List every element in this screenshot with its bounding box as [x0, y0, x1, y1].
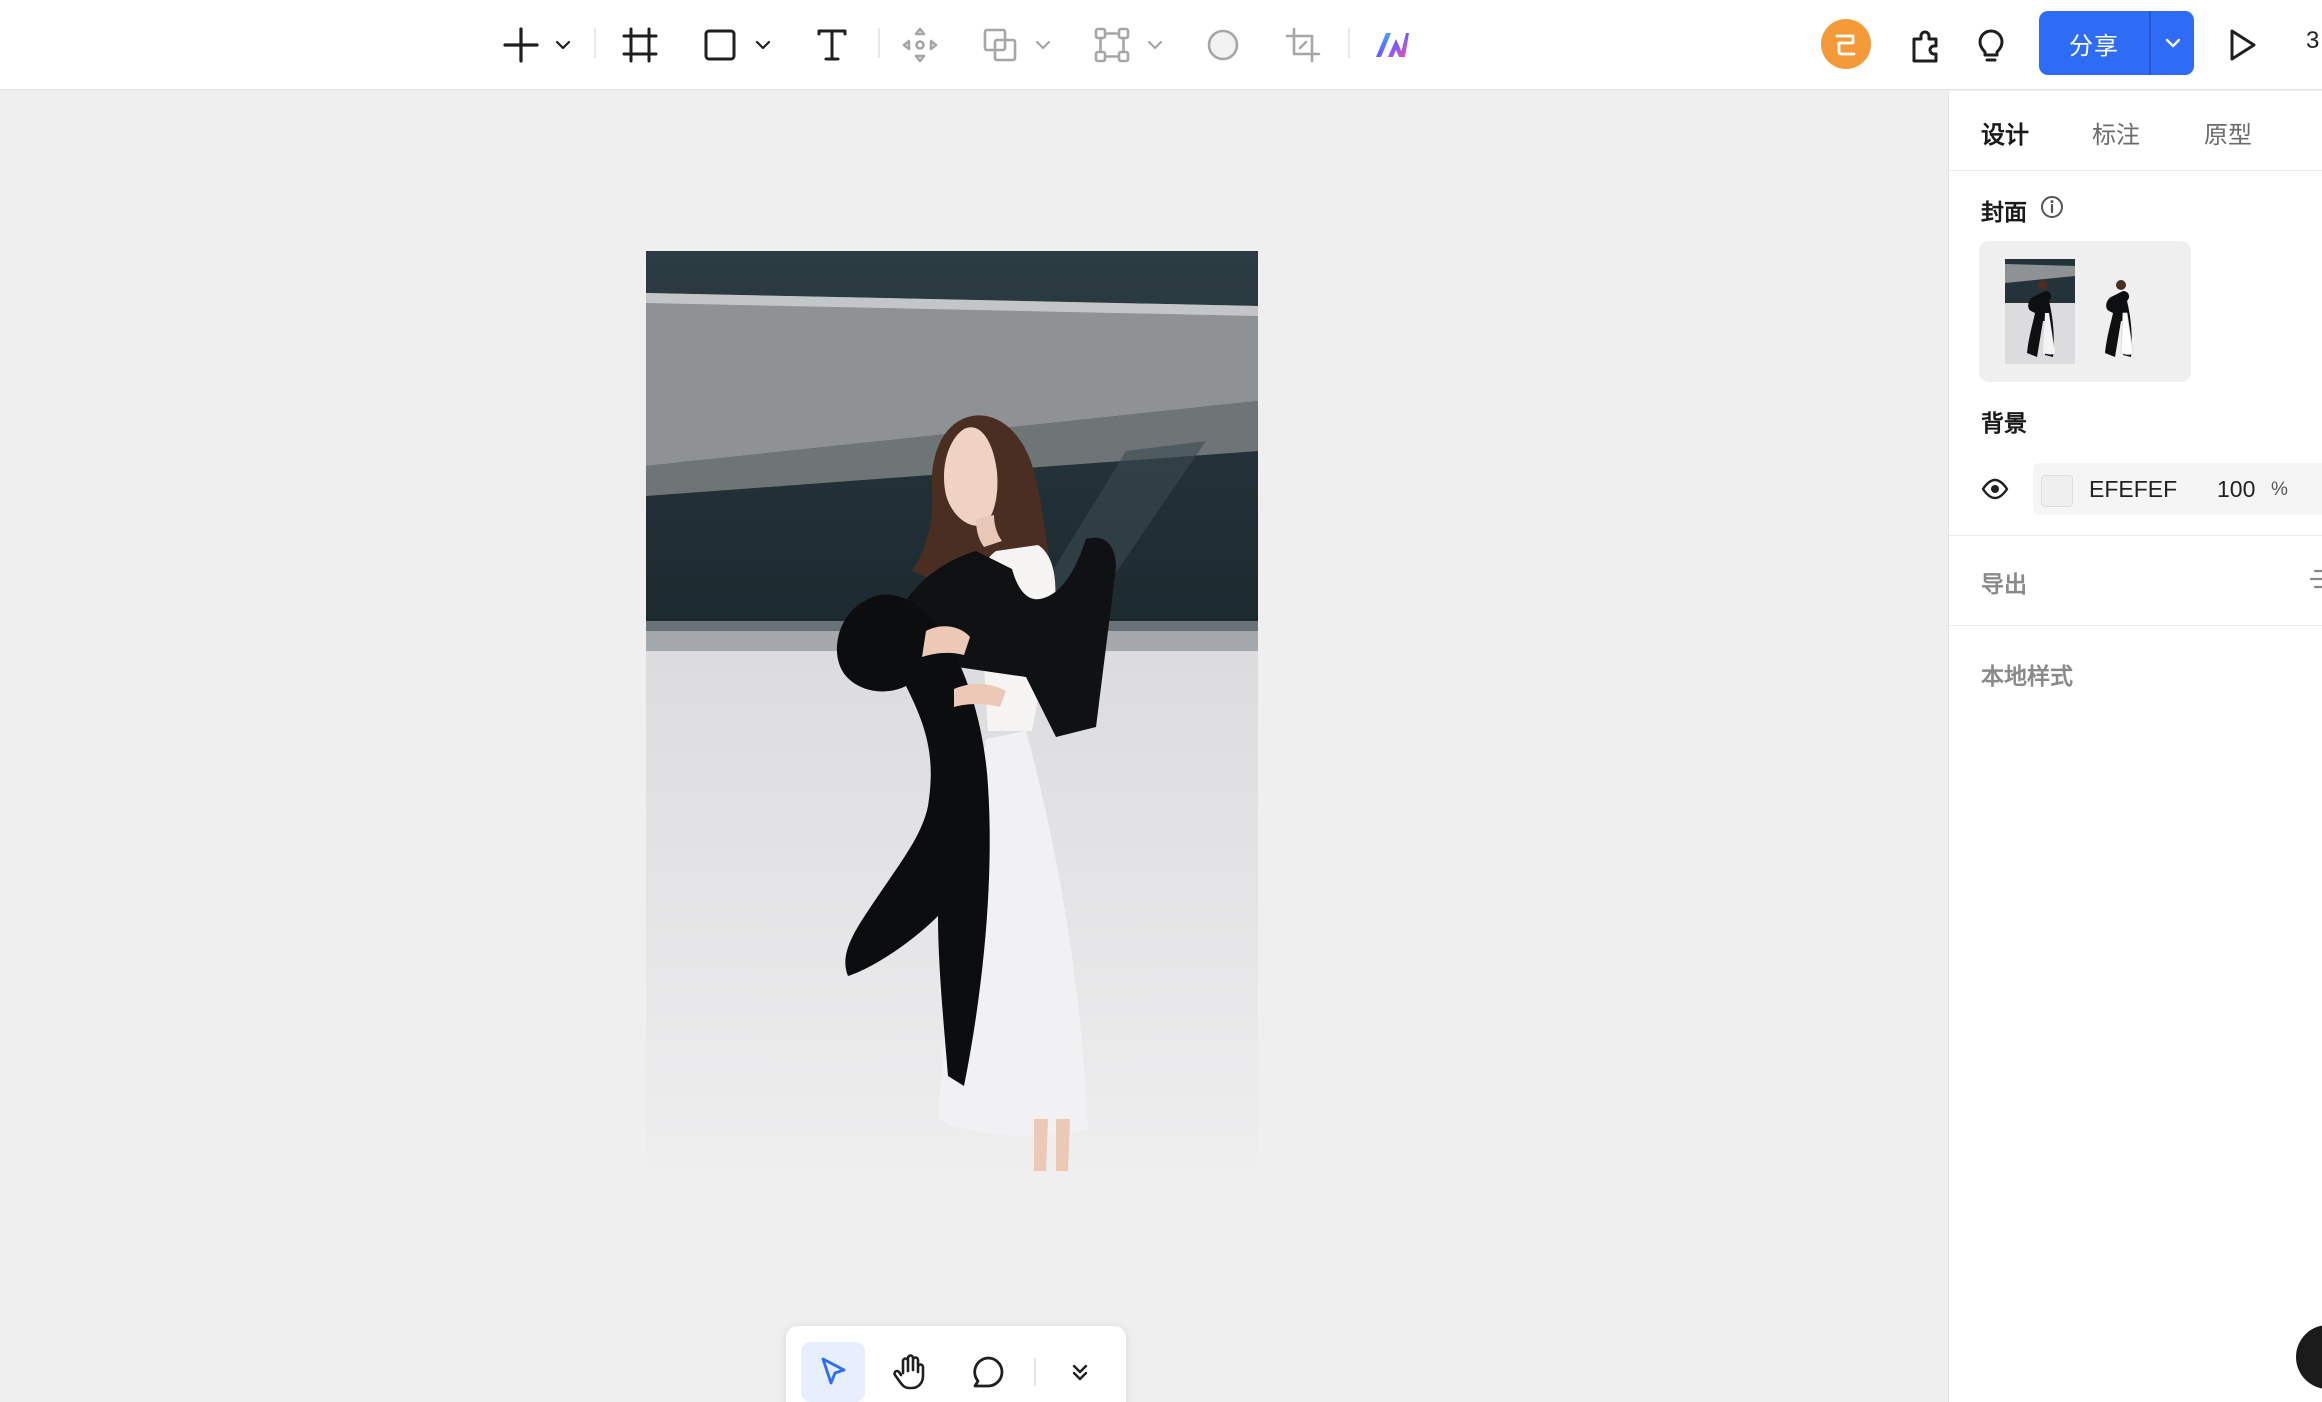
shape-dropdown[interactable] — [748, 21, 778, 69]
auto-layout-tool[interactable] — [895, 21, 945, 69]
background-section-title: 背景 — [1981, 410, 2027, 436]
mask-tool[interactable] — [1198, 21, 1248, 69]
toolbar-divider — [594, 28, 596, 58]
component-dropdown[interactable] — [1140, 21, 1170, 69]
opacity-value[interactable]: 100 — [2217, 476, 2255, 503]
opacity-unit: % — [2271, 479, 2288, 500]
thumb-photo-image — [2005, 259, 2075, 364]
tips-button[interactable] — [1966, 21, 2016, 69]
color-hex-value[interactable]: EFEFEF — [2089, 476, 2177, 503]
ai-logo-icon — [1376, 33, 1409, 57]
tab-annotate[interactable]: 标注 — [2092, 115, 2140, 150]
rectangle-icon — [704, 29, 736, 61]
tab-design[interactable]: 设计 — [1981, 115, 2029, 150]
select-tool[interactable] — [801, 1342, 865, 1402]
plus-icon — [503, 27, 539, 63]
user-avatar[interactable] — [1821, 19, 1871, 69]
cover-thumbnail[interactable] — [1979, 241, 2191, 382]
info-icon[interactable] — [2039, 194, 2065, 225]
local-styles-title: 本地样式 — [1981, 663, 2073, 689]
cover-thumb-cutout — [2083, 259, 2153, 364]
export-add-icon[interactable] — [2307, 565, 2322, 598]
present-button[interactable] — [2216, 21, 2266, 69]
section-divider — [1949, 625, 2322, 626]
boolean-tool[interactable] — [975, 21, 1025, 69]
component-icon — [1094, 27, 1130, 63]
component-tool[interactable] — [1087, 21, 1137, 69]
background-color-field[interactable]: EFEFEF 100 % — [2033, 463, 2322, 515]
more-tools-button[interactable] — [1048, 1342, 1112, 1402]
cover-thumb-photo — [2005, 259, 2075, 364]
play-icon — [2230, 29, 2256, 61]
properties-panel: 设计 标注 原型 封面 背景 EFEFEF 100 % 导出 本地样式 — [1948, 91, 2322, 1402]
toolbar-divider — [878, 28, 880, 58]
boolean-dropdown[interactable] — [1028, 21, 1058, 69]
comment-tool[interactable] — [956, 1342, 1020, 1402]
add-button[interactable] — [496, 21, 546, 69]
text-icon — [817, 29, 847, 61]
double-chevron-down-icon — [1072, 1364, 1088, 1381]
cursor-arrow-icon — [821, 1357, 846, 1385]
boolean-union-icon — [983, 28, 1017, 62]
share-button[interactable]: 分享 — [2039, 11, 2194, 75]
rectangle-tool[interactable] — [695, 21, 745, 69]
puzzle-icon — [1912, 30, 1938, 63]
share-label[interactable]: 分享 — [2039, 11, 2149, 75]
chevron-down-icon — [2165, 38, 2180, 48]
cover-section-title: 封面 — [1981, 199, 2027, 225]
tab-prototype[interactable]: 原型 — [2204, 115, 2252, 150]
hand-icon — [893, 1354, 925, 1390]
background-fill-row: EFEFEF 100 % — [1981, 463, 2322, 515]
move-arrows-icon — [902, 27, 938, 63]
hand-tool[interactable] — [878, 1342, 942, 1402]
share-dropdown[interactable] — [2149, 11, 2194, 75]
toolbar-divider — [1034, 1358, 1036, 1386]
ai-plugin-button[interactable] — [1367, 21, 1417, 69]
bottom-toolbar — [786, 1326, 1126, 1402]
panel-tabs: 设计 标注 原型 — [1949, 91, 2322, 171]
text-tool[interactable] — [807, 21, 857, 69]
top-toolbar: 分享 3 — [0, 0, 2322, 90]
chevron-down-icon — [755, 40, 771, 50]
add-dropdown[interactable] — [548, 21, 578, 69]
eye-icon — [1981, 478, 2009, 500]
chevron-down-icon — [555, 40, 571, 50]
photo-woman-illustration — [646, 251, 1258, 1172]
circle-icon — [1207, 29, 1239, 61]
artboard-photo[interactable] — [646, 251, 1258, 1172]
plugins-button[interactable] — [1901, 21, 1951, 69]
avatar-glyph-icon — [1835, 34, 1856, 56]
toolbar-divider — [1348, 28, 1350, 58]
comment-bubble-icon — [973, 1356, 1004, 1388]
frame-icon — [622, 27, 658, 63]
section-divider — [1949, 535, 2322, 536]
lightbulb-icon — [1978, 29, 2004, 62]
crop-icon — [1285, 27, 1321, 63]
zoom-level[interactable]: 3 — [2306, 27, 2319, 55]
visibility-toggle[interactable] — [1981, 475, 2009, 508]
chevron-down-icon — [1035, 40, 1051, 50]
frame-tool[interactable] — [615, 21, 665, 69]
color-swatch[interactable] — [2041, 475, 2073, 507]
crop-tool[interactable] — [1278, 21, 1328, 69]
thumb-cutout-image — [2105, 280, 2134, 357]
export-section-title[interactable]: 导出 — [1981, 565, 2027, 599]
chevron-down-icon — [1147, 40, 1163, 50]
